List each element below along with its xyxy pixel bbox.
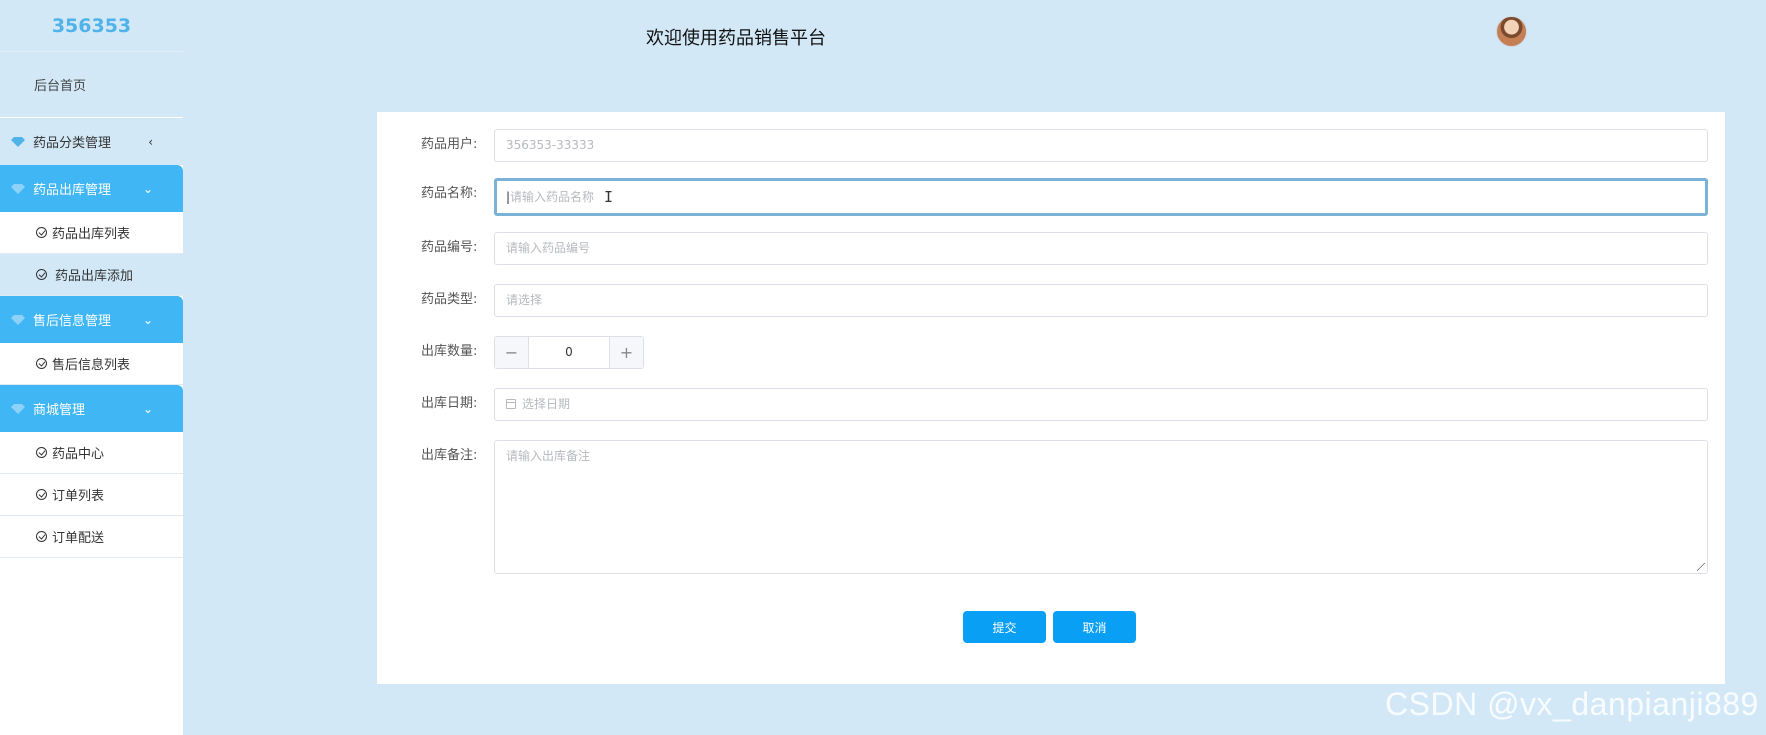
diamond-icon <box>11 136 25 147</box>
field-label: 出库日期: <box>421 396 478 411</box>
sidebar-item-label: 药品出库添加 <box>55 269 134 284</box>
drug-type-select[interactable]: 请选择 <box>494 284 1708 317</box>
field-label: 药品类型: <box>421 292 478 307</box>
sidebar-item-label: 订单配送 <box>52 531 105 546</box>
field-label: 药品用户: <box>421 137 478 152</box>
watermark: CSDN @vx_danpianji889 <box>1385 686 1759 722</box>
resize-handle-icon[interactable] <box>1697 563 1705 571</box>
sidebar-item-order-delivery[interactable]: 订单配送 <box>0 516 183 558</box>
quantity-stepper: − 0 + <box>494 336 644 369</box>
chevron-down-icon: ⌄ <box>142 312 153 327</box>
sidebar-item-aftersales-list[interactable]: 售后信息列表 <box>0 343 183 385</box>
chevron-down-icon: ⌄ <box>142 401 153 416</box>
user-field: 356353-33333 <box>494 129 1708 162</box>
sidebar-item-label: 订单列表 <box>52 489 105 504</box>
calendar-icon <box>506 399 516 409</box>
quantity-input[interactable]: 0 <box>529 337 609 368</box>
app-logo: 356353 <box>51 14 132 37</box>
sidebar-item-outbound-add[interactable]: 药品出库添加 <box>0 254 183 296</box>
check-circle-icon <box>36 447 47 458</box>
submit-button[interactable]: 提交 <box>963 611 1046 643</box>
sidebar-group-aftersales[interactable]: 售后信息管理 ⌄ <box>0 296 183 343</box>
sidebar-group-label: 商城管理 <box>33 403 86 418</box>
diamond-icon <box>11 403 25 414</box>
sidebar-group-outbound[interactable]: 药品出库管理 ⌄ <box>0 165 183 212</box>
date-placeholder: 选择日期 <box>522 397 571 411</box>
sidebar: 356353 后台首页 药品分类管理 ‹ 药品出库管理 ⌄ 药品出库列表 药品出… <box>0 0 183 735</box>
field-label: 出库数量: <box>421 344 478 359</box>
field-label: 药品编号: <box>421 240 478 255</box>
cancel-button[interactable]: 取消 <box>1053 611 1136 643</box>
increase-button[interactable]: + <box>609 337 643 368</box>
field-label: 药品名称: <box>421 186 478 201</box>
sidebar-group-mall[interactable]: 商城管理 ⌄ <box>0 385 183 432</box>
sidebar-item-order-list[interactable]: 订单列表 <box>0 474 183 516</box>
check-circle-icon <box>36 531 47 542</box>
chevron-down-icon: ⌄ <box>142 181 153 196</box>
check-circle-icon <box>36 269 47 280</box>
sidebar-group-label: 药品分类管理 <box>33 136 112 151</box>
decrease-button[interactable]: − <box>495 337 529 368</box>
sidebar-item-drug-center[interactable]: 药品中心 <box>0 432 183 474</box>
sidebar-item-label: 售后信息列表 <box>52 358 131 373</box>
remark-placeholder: 请输入出库备注 <box>506 449 591 463</box>
chevron-left-icon: ‹ <box>148 134 153 149</box>
logo-bar: 356353 <box>0 0 183 52</box>
diamond-icon <box>11 183 25 194</box>
sidebar-group-category[interactable]: 药品分类管理 ‹ <box>0 118 183 165</box>
remark-textarea[interactable]: 请输入出库备注 <box>494 440 1708 574</box>
sidebar-item-label: 药品中心 <box>52 447 105 462</box>
ibeam-cursor-icon: I <box>604 188 614 206</box>
page-title: 欢迎使用药品销售平台 <box>646 28 826 49</box>
drug-name-input[interactable]: |请输入药品名称 <box>494 178 1708 216</box>
outbound-form: 药品用户: 356353-33333 药品名称: |请输入药品名称 I 药品编号… <box>377 112 1725 684</box>
check-circle-icon <box>36 358 47 369</box>
sidebar-item-outbound-list[interactable]: 药品出库列表 <box>0 212 183 254</box>
sidebar-item-label: 药品出库列表 <box>52 227 131 242</box>
field-label: 出库备注: <box>421 448 478 463</box>
check-circle-icon <box>36 489 47 500</box>
drug-code-input[interactable]: 请输入药品编号 <box>494 232 1708 265</box>
date-picker[interactable]: 选择日期 <box>494 388 1708 421</box>
sidebar-item-home[interactable]: 后台首页 <box>0 52 183 118</box>
sidebar-group-label: 药品出库管理 <box>33 183 112 198</box>
drug-name-placeholder: 请输入药品名称 <box>510 190 595 204</box>
check-circle-icon <box>36 227 47 238</box>
avatar[interactable] <box>1496 16 1527 47</box>
diamond-icon <box>11 314 25 325</box>
sidebar-group-label: 售后信息管理 <box>33 314 112 329</box>
